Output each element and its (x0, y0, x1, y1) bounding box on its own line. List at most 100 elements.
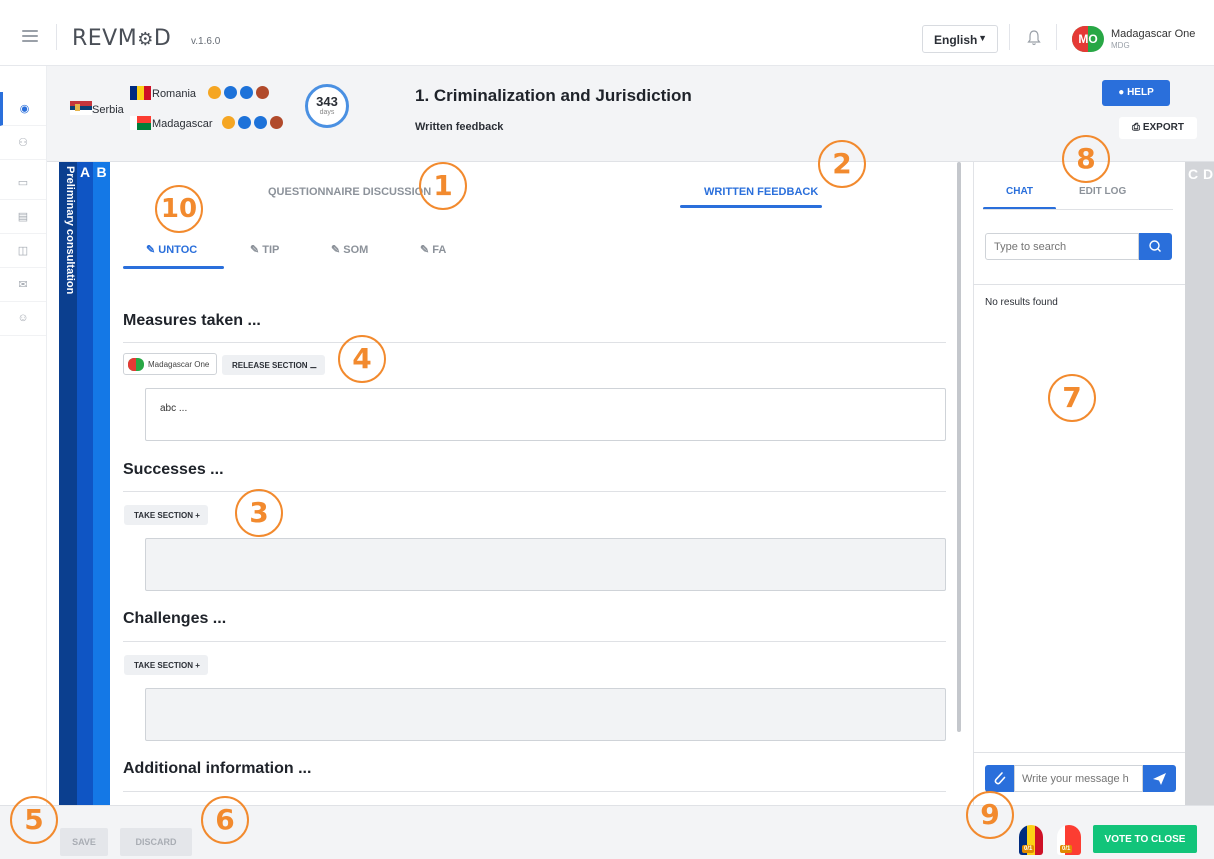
status-icon (254, 116, 267, 129)
top-bar: REVM⚙D v.1.6.0 English ▼ MO Madagascar On… (0, 0, 1214, 66)
left-nav: ◉ ⚇ ▭ ▤ ◫ ✉ ☺ (0, 66, 47, 859)
send-icon[interactable] (1143, 765, 1176, 792)
take-section-button[interactable]: TAKE SECTION + (124, 505, 208, 525)
subtab-tip[interactable]: ✎ TIP (250, 243, 279, 256)
divider (123, 641, 946, 642)
monitor-icon[interactable]: ▭ (0, 166, 46, 200)
romania-flag-icon (130, 86, 151, 100)
page-title: 1. Criminalization and Jurisdiction (415, 86, 692, 105)
preliminary-consultation-label: Preliminary consultation (64, 166, 76, 295)
section-title-successes: Successes ... (123, 461, 224, 478)
user-minus-icon: ⚊ (307, 361, 317, 370)
tab-active-indicator (680, 205, 822, 208)
madagascar-vote-badge: 0/1 (1057, 825, 1081, 855)
callout-marker-3: 3 (235, 489, 283, 537)
printer-icon: ⎙ (1132, 122, 1143, 133)
measures-textbox[interactable]: abc ... (145, 388, 946, 441)
info-icon: ● (1118, 87, 1128, 98)
country-madagascar: Madagascar (152, 118, 213, 130)
pencil-icon: ✎ (420, 244, 433, 256)
documents-icon[interactable]: ▤ (0, 200, 46, 234)
user-plus-icon: + (192, 511, 200, 520)
status-icon (240, 86, 253, 99)
section-title-challenges: Challenges ... (123, 610, 227, 627)
days-counter: 343 days (305, 84, 349, 128)
divider (1056, 24, 1057, 50)
discard-button[interactable]: DISCARD (120, 828, 192, 856)
tab-questionnaire-discussion[interactable]: QUESTIONNAIRE DISCUSSION (268, 186, 431, 198)
person-icon[interactable]: ☺ (0, 302, 46, 336)
section-owner-chip: Madagascar One (123, 353, 217, 375)
chat-search-input[interactable] (985, 233, 1139, 260)
section-title-measures: Measures taken ... (123, 312, 261, 329)
divider (973, 284, 1185, 285)
country-serbia: Serbia (92, 104, 124, 116)
user-code: MDG (1111, 41, 1130, 50)
section-title-additional: Additional information ... (123, 760, 312, 777)
challenges-textbox (145, 688, 946, 741)
paperclip-icon[interactable] (985, 765, 1014, 792)
subtab-untoc[interactable]: ✎ UNTOC (146, 243, 197, 256)
divider (1009, 24, 1010, 50)
app-version: v.1.6.0 (191, 36, 221, 47)
vote-to-close-button[interactable]: VOTE TO CLOSE (1093, 825, 1197, 853)
tab-chat[interactable]: CHAT (1006, 186, 1033, 197)
pencil-icon: ✎ (146, 244, 159, 256)
tab-edit-log[interactable]: EDIT LOG (1079, 186, 1126, 197)
country-romania: Romania (152, 88, 197, 100)
page-header (47, 66, 1214, 162)
stage-bar-b[interactable]: B (93, 162, 110, 805)
status-icon (224, 86, 237, 99)
chevron-down-icon: ▼ (978, 33, 987, 43)
pencil-icon: ✎ (250, 244, 263, 256)
callout-marker-4: 4 (338, 335, 386, 383)
callout-marker-5: 5 (10, 796, 58, 844)
status-icon (208, 86, 221, 99)
callout-marker-8: 8 (1062, 135, 1110, 183)
chat-message-input[interactable] (1014, 765, 1143, 792)
divider (973, 752, 1185, 753)
app-logo: REVM⚙D (72, 26, 172, 51)
subtab-som[interactable]: ✎ SOM (331, 243, 368, 256)
search-icon[interactable] (1139, 233, 1172, 260)
export-button[interactable]: ⎙ EXPORT (1119, 117, 1197, 139)
callout-marker-6: 6 (201, 796, 249, 844)
callout-marker-2: 2 (818, 140, 866, 188)
bell-icon[interactable] (1027, 30, 1041, 46)
inbox-icon[interactable]: ◫ (0, 234, 46, 268)
divider (983, 209, 1173, 210)
users-icon[interactable]: ⚇ (0, 126, 46, 160)
language-select[interactable]: English ▼ (922, 25, 998, 53)
madagascar-flag-icon (130, 116, 151, 130)
callout-marker-10: 10 (155, 185, 203, 233)
scrollbar[interactable] (957, 162, 961, 732)
stage-bar-cd[interactable]: C D (1185, 162, 1214, 805)
subtab-active-indicator (123, 266, 224, 269)
eye-icon[interactable]: ◉ (0, 92, 46, 126)
divider (123, 791, 946, 792)
status-icon (256, 86, 269, 99)
romania-status-icons (208, 86, 272, 100)
stage-bar-a[interactable]: A (77, 162, 93, 805)
hamburger-menu-icon[interactable] (22, 30, 38, 42)
romania-vote-badge: 0/1 (1019, 825, 1043, 855)
callout-marker-1: 1 (419, 162, 467, 210)
subtab-fa[interactable]: ✎ FA (420, 243, 446, 256)
status-icon (270, 116, 283, 129)
gear-icon: ⚙ (137, 29, 154, 50)
pencil-icon: ✎ (331, 244, 344, 256)
tab-written-feedback[interactable]: WRITTEN FEEDBACK (704, 186, 818, 198)
take-section-button[interactable]: TAKE SECTION + (124, 655, 208, 675)
status-icon (238, 116, 251, 129)
callout-marker-7: 7 (1048, 374, 1096, 422)
help-button[interactable]: ● HELP (1102, 80, 1170, 106)
save-button[interactable]: SAVE (60, 828, 108, 856)
user-avatar[interactable]: MO (1072, 26, 1104, 52)
user-name: Madagascar One (1111, 28, 1196, 40)
user-plus-icon: + (192, 661, 200, 670)
release-section-button[interactable]: RELEASE SECTION ⚊ (222, 355, 325, 375)
mail-icon[interactable]: ✉ (0, 268, 46, 302)
status-icon (222, 116, 235, 129)
no-results-text: No results found (985, 297, 1058, 308)
successes-textbox (145, 538, 946, 591)
